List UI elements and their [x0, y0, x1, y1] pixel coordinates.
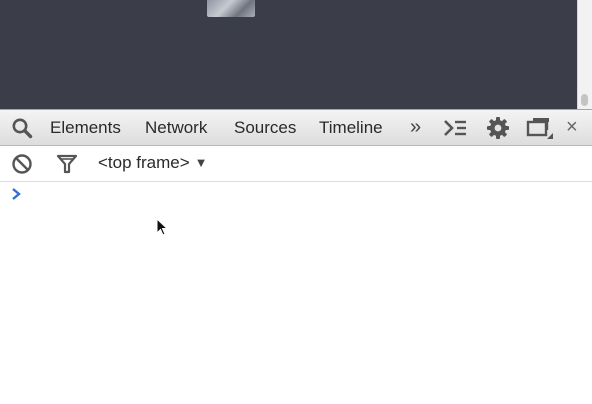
frame-selector[interactable]: <top frame> ▼ [98, 146, 208, 181]
console-toolbar: <top frame> ▼ [0, 146, 592, 182]
gear-icon[interactable] [484, 110, 512, 145]
filter-icon[interactable] [54, 146, 80, 181]
inspected-page-viewport [0, 0, 592, 109]
search-icon[interactable] [8, 110, 36, 145]
prompt-chevron-icon [10, 186, 24, 202]
devtools-toolbar: Elements Network Sources Timeline » × [0, 109, 592, 146]
page-scrollbar-thumb[interactable] [581, 94, 588, 106]
tab-sources[interactable]: Sources [234, 110, 296, 145]
page-scrollbar[interactable] [577, 0, 592, 109]
tab-network[interactable]: Network [145, 110, 207, 145]
frame-selector-label: <top frame> [98, 153, 190, 172]
page-image [207, 0, 255, 17]
close-devtools-button[interactable]: × [566, 110, 578, 145]
console-drawer-icon[interactable] [441, 110, 469, 145]
console-prompt-input[interactable] [28, 186, 572, 206]
dropdown-arrow-icon: ▼ [194, 155, 208, 170]
tab-timeline[interactable]: Timeline [319, 110, 383, 145]
dock-side-icon[interactable] [525, 110, 555, 145]
tabs-overflow-button[interactable]: » [410, 110, 421, 145]
clear-console-icon[interactable] [9, 146, 35, 181]
tab-elements[interactable]: Elements [50, 110, 121, 145]
console-output-area[interactable] [0, 182, 592, 404]
